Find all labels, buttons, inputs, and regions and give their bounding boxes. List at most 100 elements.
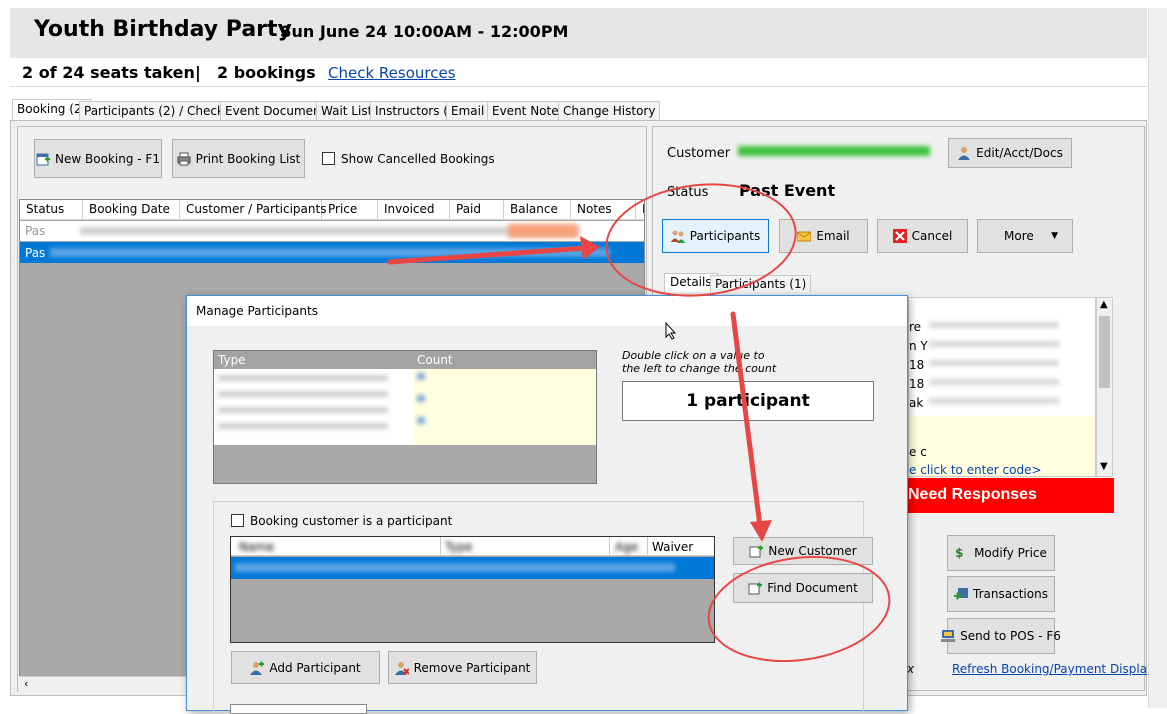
cancel-button[interactable]: Cancel	[877, 219, 968, 253]
edit-acct-docs-label: Edit/Acct/Docs	[976, 146, 1063, 160]
send-to-pos-label: Send to POS - F6	[960, 629, 1061, 643]
list-item-blurred	[235, 563, 675, 572]
details-line: re	[909, 320, 922, 334]
remove-participant-label: Remove Participant	[413, 660, 531, 675]
send-to-pos-button[interactable]: Send to POS - F6	[941, 618, 1061, 654]
add-participant-label: Add Participant	[269, 660, 361, 675]
row-balance-highlight	[508, 224, 578, 238]
more-button[interactable]: More ▼	[977, 219, 1073, 253]
col-type[interactable]: Type	[445, 540, 473, 554]
new-customer-icon	[749, 544, 764, 558]
window-edge	[1148, 8, 1167, 708]
col-booking-date[interactable]: Booking Date	[83, 200, 180, 219]
details-list: re n Y 18 18 ak e c e click to enter cod…	[908, 297, 1096, 477]
table-row[interactable]: Pas	[20, 221, 644, 241]
details-line: n Y	[909, 339, 928, 353]
col-count[interactable]: Count	[417, 353, 453, 367]
remove-user-icon	[394, 661, 410, 675]
type-count-body[interactable]	[214, 369, 596, 445]
col-waiver[interactable]: Waiver	[652, 540, 693, 554]
add-participant-button[interactable]: Add Participant	[231, 651, 380, 684]
footer-x: x	[907, 662, 915, 676]
add-user-icon	[250, 661, 265, 675]
row-blurred-content	[50, 248, 610, 257]
customer-label: Customer	[667, 146, 731, 161]
horizontal-scrollbar[interactable]: ‹	[19, 676, 189, 691]
list-item[interactable]	[231, 557, 714, 579]
modify-price-button[interactable]: $ Modify Price	[947, 535, 1055, 571]
refresh-booking-link[interactable]: Refresh Booking/Payment Display	[952, 662, 1154, 676]
seats-summary: 2 of 24 seats taken	[22, 63, 195, 82]
col-invoiced[interactable]: Invoiced	[378, 200, 450, 219]
remove-participant-button[interactable]: Remove Participant	[388, 651, 537, 684]
dialog-title: Manage Participants	[196, 304, 318, 318]
col-customer-participants[interactable]: Customer / Participants	[180, 200, 326, 219]
details-blurred-values	[929, 322, 1059, 412]
booking-customer-label: Booking customer is a participant	[250, 514, 453, 528]
edit-acct-docs-button[interactable]: Edit/Acct/Docs	[948, 138, 1072, 168]
show-cancelled-checkbox[interactable]	[322, 152, 335, 165]
tab-email[interactable]: Email	[446, 101, 490, 120]
divider	[10, 86, 1147, 87]
col-paid[interactable]: Paid	[450, 200, 504, 219]
scroll-down-icon[interactable]: ▼	[1100, 461, 1108, 472]
type-blurred-rows	[218, 375, 388, 439]
details-line: 18	[909, 358, 925, 372]
col-balance[interactable]: Balance	[504, 200, 571, 219]
scroll-up-icon[interactable]: ▲	[1100, 299, 1108, 310]
mouse-cursor-icon	[665, 321, 677, 343]
count-blurred-values	[417, 373, 425, 433]
new-booking-label: New Booking - F1	[55, 151, 160, 166]
details-line: ak	[909, 396, 924, 410]
event-title: Youth Birthday Party	[34, 17, 292, 42]
participant-count-text: 1 participant	[686, 391, 810, 411]
col-type[interactable]: Type	[218, 353, 246, 367]
col-divider	[440, 537, 441, 556]
details-line: e c	[909, 445, 927, 459]
more-label: More	[1004, 229, 1034, 243]
row-blurred-content	[80, 227, 580, 235]
bottom-field[interactable]	[230, 704, 367, 714]
details-enter-code[interactable]: e click to enter code>	[909, 463, 1042, 477]
cancel-label: Cancel	[911, 229, 953, 243]
col-age[interactable]: Age	[615, 540, 638, 554]
envelope-icon	[796, 229, 812, 243]
tab-change-history[interactable]: Change History	[558, 101, 661, 120]
type-count-grid: Type Count	[213, 350, 597, 484]
dollar-icon: $	[955, 546, 964, 560]
customer-name-blurred	[738, 146, 930, 156]
booking-customer-checkbox[interactable]	[231, 514, 244, 527]
details-line: 18	[909, 377, 925, 391]
table-row[interactable]: Pas	[20, 242, 644, 263]
col-divider	[647, 537, 648, 556]
printer-icon	[177, 152, 191, 166]
tab-wait-list[interactable]: Wait List	[316, 101, 378, 120]
participants-list-header: Name Type Age Waiver	[231, 537, 714, 556]
print-booking-list-button[interactable]: Print Booking List	[172, 139, 305, 178]
transactions-label: Transactions	[973, 587, 1048, 601]
count-column-fill	[414, 369, 596, 445]
show-cancelled-label: Show Cancelled Bookings	[341, 152, 495, 166]
row-status: Pas	[25, 246, 46, 260]
bookings-grid-header: Status Booking Date Customer / Participa…	[20, 200, 644, 220]
scroll-thumb[interactable]	[1099, 316, 1110, 388]
col-status[interactable]: Status	[20, 200, 83, 219]
col-price[interactable]: Price	[322, 200, 378, 219]
transactions-button[interactable]: Transactions	[947, 576, 1055, 612]
summary-separator: |	[195, 63, 201, 82]
bookings-summary: 2 bookings	[217, 63, 316, 82]
check-resources-link[interactable]: Check Resources	[328, 64, 456, 82]
new-booking-icon	[36, 152, 51, 166]
new-booking-button[interactable]: New Booking - F1	[34, 139, 162, 178]
need-responses-banner[interactable]: Need Responses	[908, 478, 1114, 513]
transactions-icon	[954, 587, 969, 601]
details-scrollbar[interactable]: ▲ ▼	[1096, 297, 1113, 477]
type-count-header: Type Count	[214, 351, 596, 369]
chevron-down-icon: ▼	[1051, 231, 1058, 241]
event-datetime: Sun June 24 10:00AM - 12:00PM	[280, 22, 569, 41]
pos-terminal-icon	[941, 629, 956, 643]
count-hint: Double click on a value to the left to c…	[622, 349, 777, 375]
participant-count-box: 1 participant	[622, 381, 874, 421]
col-name[interactable]: Name	[239, 540, 274, 554]
modify-price-label: Modify Price	[974, 546, 1047, 560]
